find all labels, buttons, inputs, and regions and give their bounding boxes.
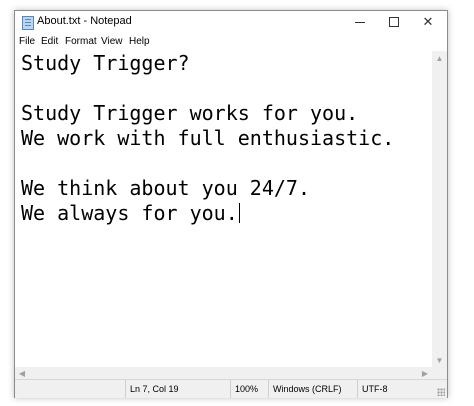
maximize-button[interactable]: [377, 11, 411, 33]
window-title: About.txt - Notepad: [37, 15, 132, 27]
notepad-window: About.txt - Notepad ✕ File Edit Format V…: [14, 10, 448, 398]
menu-bar: File Edit Format View Help: [15, 33, 447, 50]
resize-grip-icon[interactable]: [437, 388, 445, 396]
text-line: Study Trigger works for you.: [21, 101, 359, 125]
menu-file[interactable]: File: [19, 36, 35, 47]
status-bar: Ln 7, Col 19 100% Windows (CRLF) UTF-8: [15, 379, 447, 398]
horizontal-scrollbar[interactable]: ◀ ▶: [15, 367, 432, 379]
status-cursor-position: Ln 7, Col 19: [125, 380, 230, 398]
text-line: We think about you 24/7.: [21, 176, 310, 200]
close-icon: ✕: [422, 14, 434, 29]
chevron-left-icon[interactable]: ◀: [15, 367, 29, 379]
chevron-down-icon[interactable]: ▼: [432, 353, 447, 367]
scrollbar-corner: [432, 367, 447, 379]
text-line-current: We always for you.: [21, 201, 240, 226]
text-line: We work with full enthusiastic.: [21, 126, 395, 150]
menu-format[interactable]: Format: [65, 36, 97, 47]
text-line-content: We always for you.: [21, 201, 238, 225]
menu-view[interactable]: View: [101, 36, 123, 47]
status-zoom: 100%: [230, 380, 269, 398]
text-editor[interactable]: Study Trigger? Study Trigger works for y…: [15, 51, 432, 367]
vertical-scrollbar[interactable]: ▲ ▼: [432, 51, 447, 367]
close-button[interactable]: ✕: [411, 11, 445, 33]
minimize-button[interactable]: [343, 11, 377, 33]
menu-help[interactable]: Help: [129, 36, 150, 47]
status-line-ending: Windows (CRLF): [268, 380, 358, 398]
notepad-icon: [22, 16, 34, 30]
status-encoding: UTF-8: [357, 380, 417, 398]
text-caret: [238, 203, 240, 223]
minimize-icon: [355, 21, 365, 23]
menu-edit[interactable]: Edit: [41, 36, 58, 47]
maximize-icon: [389, 17, 399, 27]
text-line: Study Trigger?: [21, 51, 190, 75]
chevron-right-icon[interactable]: ▶: [418, 367, 432, 379]
chevron-up-icon[interactable]: ▲: [432, 51, 447, 65]
title-bar[interactable]: About.txt - Notepad ✕: [15, 11, 447, 33]
